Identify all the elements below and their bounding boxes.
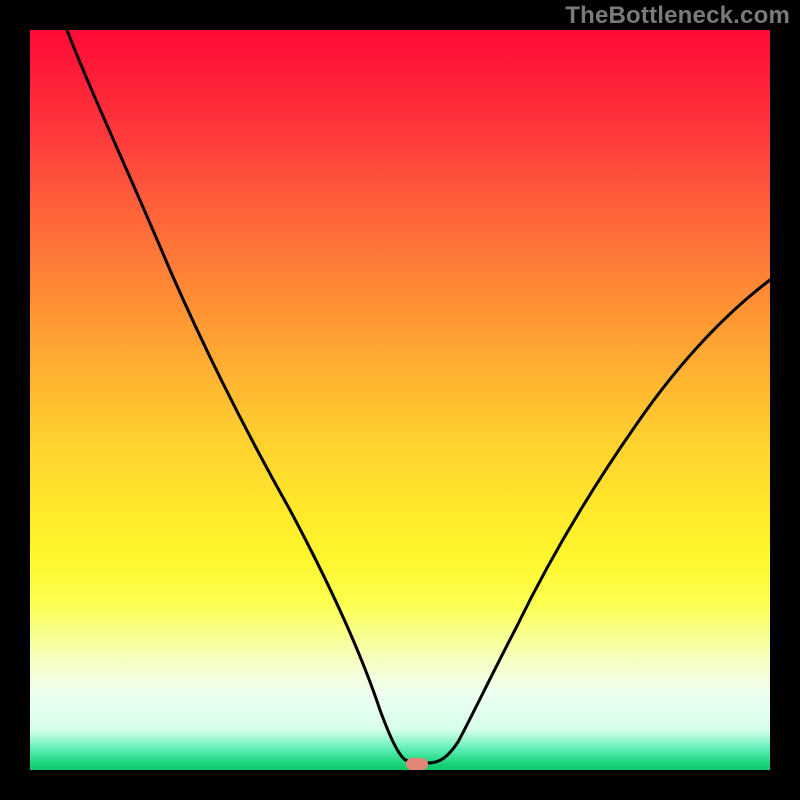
curve-layer [30,30,770,770]
watermark-text: TheBottleneck.com [565,2,790,30]
optimal-point-marker [406,758,428,770]
chart-frame: TheBottleneck.com [0,0,800,800]
plot-area [30,30,770,770]
bottleneck-curve [67,30,770,763]
